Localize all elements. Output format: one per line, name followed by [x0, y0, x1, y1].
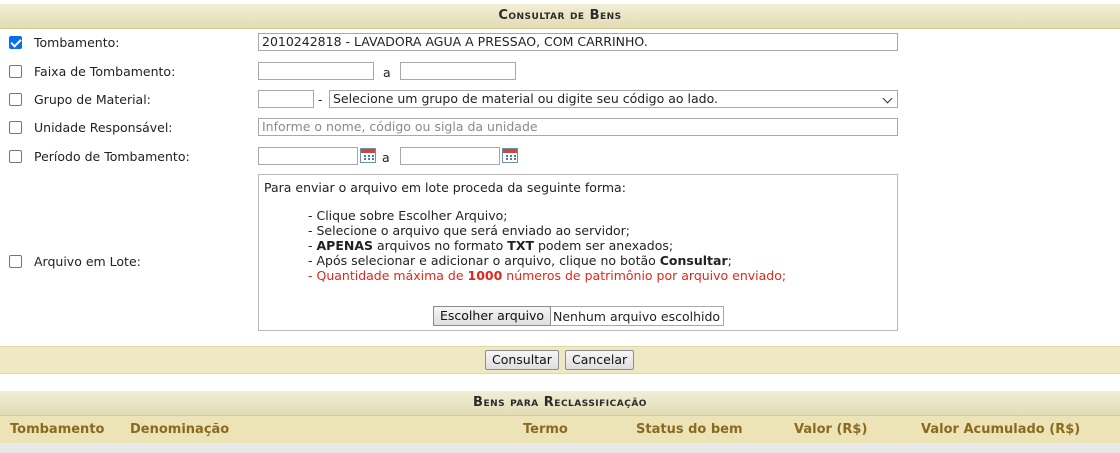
periodo-separator: a — [382, 150, 390, 165]
col-tombamento[interactable]: Tombamento — [10, 416, 104, 443]
action-bar: Consultar Cancelar — [0, 346, 1120, 374]
row-periodo: Período de Tombamento: a — [0, 147, 1120, 167]
unidade-label: Unidade Responsável: — [34, 120, 173, 135]
arquivo-intro: Para enviar o arquivo em lote proceda da… — [264, 180, 626, 195]
faixa-separator: a — [383, 65, 391, 80]
step-text: números de patrimônio por arquivo enviad… — [502, 268, 787, 283]
arquivo-checkbox[interactable] — [9, 255, 22, 268]
step-item-warning: - Quantidade máxima de 1000 números de p… — [308, 268, 786, 283]
row-faixa: Faixa de Tombamento: a — [0, 62, 1120, 82]
col-denominacao[interactable]: Denominação — [130, 416, 229, 443]
step-text: arquivos no formato — [373, 238, 508, 253]
step-bold: APENAS — [316, 238, 373, 253]
grupo-select[interactable]: Selecione um grupo de material ou digite… — [329, 90, 898, 108]
col-valor-acumulado[interactable]: Valor Acumulado (R$) — [921, 416, 1080, 443]
step-text: - Quantidade máxima de — [308, 268, 468, 283]
step-text: ; — [727, 253, 732, 268]
step-text: podem ser anexados; — [534, 238, 674, 253]
periodo-end-input[interactable] — [400, 147, 500, 165]
step-item: - Selecione o arquivo que será enviado a… — [308, 223, 631, 238]
arquivo-instructions-box: Para enviar o arquivo em lote proceda da… — [258, 174, 898, 331]
file-status: Nenhum arquivo escolhido — [553, 309, 721, 324]
grupo-code-input[interactable] — [258, 90, 314, 108]
faixa-end-input[interactable] — [400, 62, 516, 80]
col-status[interactable]: Status do bem — [636, 416, 743, 443]
step-text: - Após selecionar e adicionar o arquivo,… — [308, 253, 660, 268]
chevron-down-icon — [882, 93, 893, 104]
form-title: Consultar de Bens — [0, 4, 1120, 29]
results-table-body — [0, 443, 1120, 453]
faixa-start-input[interactable] — [258, 62, 374, 80]
unidade-input[interactable]: Informe o nome, código ou sigla da unida… — [258, 118, 898, 136]
step-item: - Clique sobre Escolher Arquivo; — [308, 208, 508, 223]
step-bold: Consultar — [659, 253, 728, 268]
col-termo[interactable]: Termo — [523, 416, 568, 443]
results-table-header: Tombamento Denominação Termo Status do b… — [0, 416, 1120, 443]
faixa-checkbox[interactable] — [9, 65, 22, 78]
unidade-placeholder: Informe o nome, código ou sigla da unida… — [262, 119, 538, 134]
choose-file-button[interactable]: Escolher arquivo — [433, 306, 552, 326]
grupo-select-value: Selecione um grupo de material ou digite… — [333, 91, 718, 106]
step-bold: 1000 — [467, 268, 503, 283]
step-bold: TXT — [507, 238, 534, 253]
arquivo-label: Arquivo em Lote: — [34, 254, 141, 269]
file-input[interactable]: Escolher arquivo Nenhum arquivo escolhid… — [433, 306, 724, 326]
periodo-label: Período de Tombamento: — [34, 149, 190, 164]
grupo-separator: - — [318, 92, 323, 107]
row-grupo: Grupo de Material: - Selecione um grupo … — [0, 90, 1120, 110]
row-unidade: Unidade Responsável: Informe o nome, cód… — [0, 118, 1120, 138]
step-item: - APENAS arquivos no formato TXT podem s… — [308, 238, 786, 253]
periodo-checkbox[interactable] — [9, 150, 22, 163]
tombamento-label: Tombamento: — [34, 35, 120, 50]
periodo-start-input[interactable] — [258, 147, 358, 165]
cancelar-button[interactable]: Cancelar — [565, 350, 635, 370]
grupo-checkbox[interactable] — [9, 93, 22, 106]
tombamento-checkbox[interactable] — [9, 36, 22, 49]
consultar-button[interactable]: Consultar — [485, 350, 559, 370]
faixa-label: Faixa de Tombamento: — [34, 64, 176, 79]
calendar-icon[interactable] — [502, 148, 518, 163]
col-valor[interactable]: Valor (R$) — [794, 416, 867, 443]
grupo-label: Grupo de Material: — [34, 92, 151, 107]
tombamento-input[interactable]: 2010242818 - LAVADORA AGUA A PRESSAO, CO… — [258, 33, 898, 51]
results-title: Bens para Reclassificação — [0, 391, 1120, 416]
arquivo-steps: - Clique sobre Escolher Arquivo; - Selec… — [308, 208, 786, 283]
row-tombamento: Tombamento: 2010242818 - LAVADORA AGUA A… — [0, 33, 1120, 53]
step-item: - Após selecionar e adicionar o arquivo,… — [308, 253, 786, 268]
calendar-icon[interactable] — [360, 148, 376, 163]
unidade-checkbox[interactable] — [9, 121, 22, 134]
